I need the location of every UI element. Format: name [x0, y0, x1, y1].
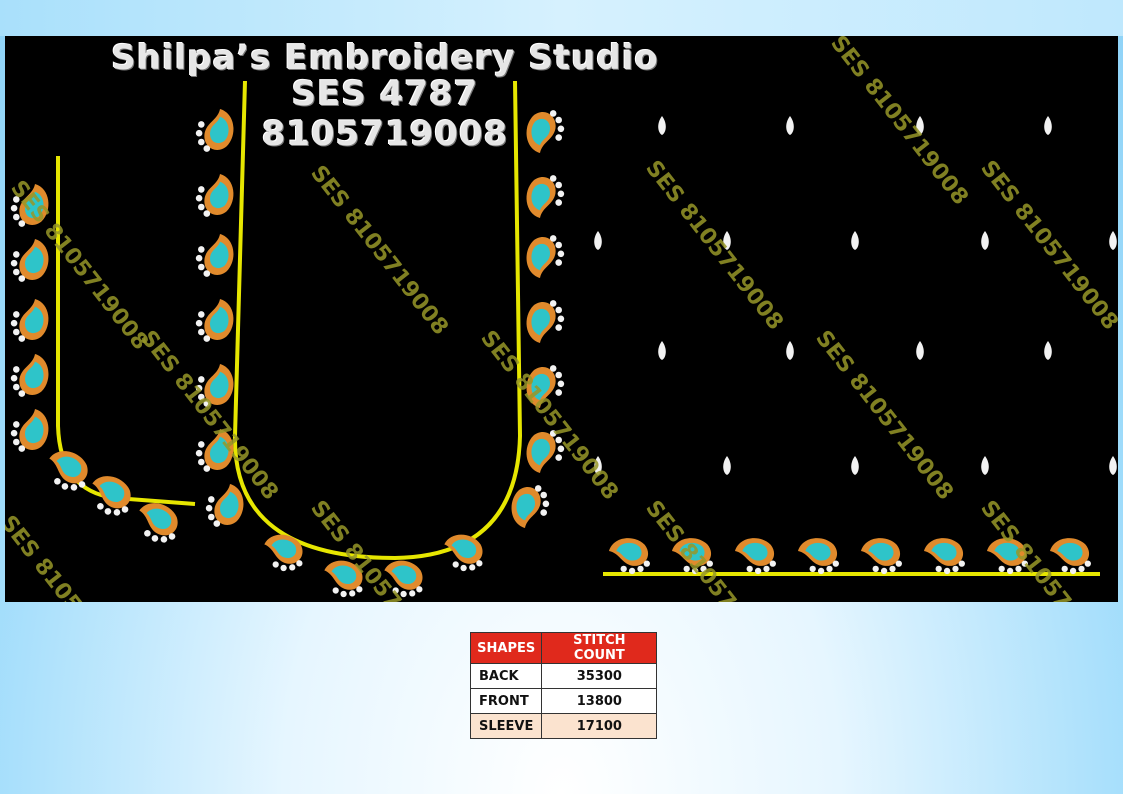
column-header-shapes: SHAPES [469, 632, 543, 664]
butti-dot-icon [981, 456, 989, 475]
paisley-motif-icon [10, 354, 49, 397]
butti-dot-icon [1044, 116, 1052, 135]
stitch-count-cell: 13800 [541, 688, 658, 714]
table-header-row: SHAPES STITCH COUNT [469, 632, 658, 664]
butti-dot-icon [1044, 341, 1052, 360]
paisley-motif-icon [10, 299, 49, 342]
studio-phone: 8105719008 [261, 114, 509, 154]
table-row: FRONT 13800 [469, 688, 658, 714]
paisley-motif-icon [92, 476, 131, 516]
stitch-count-cell: 35300 [541, 663, 658, 689]
butti-dot-icon [916, 341, 924, 360]
paisley-motif-icon [195, 174, 234, 217]
butti-dot-icon [786, 341, 794, 360]
butti-dot-icon [658, 341, 666, 360]
paisley-motif-icon [798, 538, 839, 575]
butti-dot-icon [1109, 456, 1117, 475]
design-code: SES 4787 [291, 74, 479, 114]
paisley-motif-icon [195, 234, 234, 277]
shape-cell: BACK [469, 663, 543, 689]
paisley-motif-icon [609, 538, 650, 575]
paisley-motif-icon [861, 538, 902, 575]
paisley-motif-icon [1050, 538, 1091, 575]
butti-dot-icon [723, 456, 731, 475]
stitch-count-table: SHAPES STITCH COUNT BACK 35300 FRONT 138… [469, 632, 658, 739]
stitch-count-cell: 17100 [541, 713, 658, 739]
paisley-motif-icon [264, 534, 303, 572]
paisley-motif-icon [924, 538, 965, 575]
paisley-motif-icon [205, 484, 244, 527]
paisley-motif-icon [195, 299, 234, 342]
embroidery-design-preview: Shilpa’s Embroidery Studio SES 4787 8105… [5, 36, 1118, 602]
top-band [0, 0, 1123, 36]
paisley-motif-icon [139, 503, 178, 543]
butti-dot-icon [1109, 231, 1117, 250]
butti-dot-icon [981, 231, 989, 250]
paisley-motif-icon [10, 239, 49, 282]
column-header-stitch-count: STITCH COUNT [541, 632, 658, 664]
shape-cell: SLEEVE [469, 713, 543, 739]
paisley-motif-icon [444, 534, 483, 572]
paisley-motif-icon [10, 409, 49, 452]
paisley-motif-icon [526, 235, 565, 278]
butti-dot-icon [594, 231, 602, 250]
table-row: BACK 35300 [469, 663, 658, 689]
butti-dot-icon [851, 456, 859, 475]
butti-dot-icon [851, 231, 859, 250]
paisley-motif-icon [511, 485, 550, 528]
table-row: SLEEVE 17100 [469, 713, 658, 739]
paisley-motif-icon [735, 538, 776, 575]
butti-dot-icon [786, 116, 794, 135]
paisley-motif-icon [526, 300, 565, 343]
studio-name: Shilpa’s Embroidery Studio [111, 38, 659, 78]
paisley-motif-icon [526, 175, 565, 218]
shape-cell: FRONT [469, 688, 543, 714]
